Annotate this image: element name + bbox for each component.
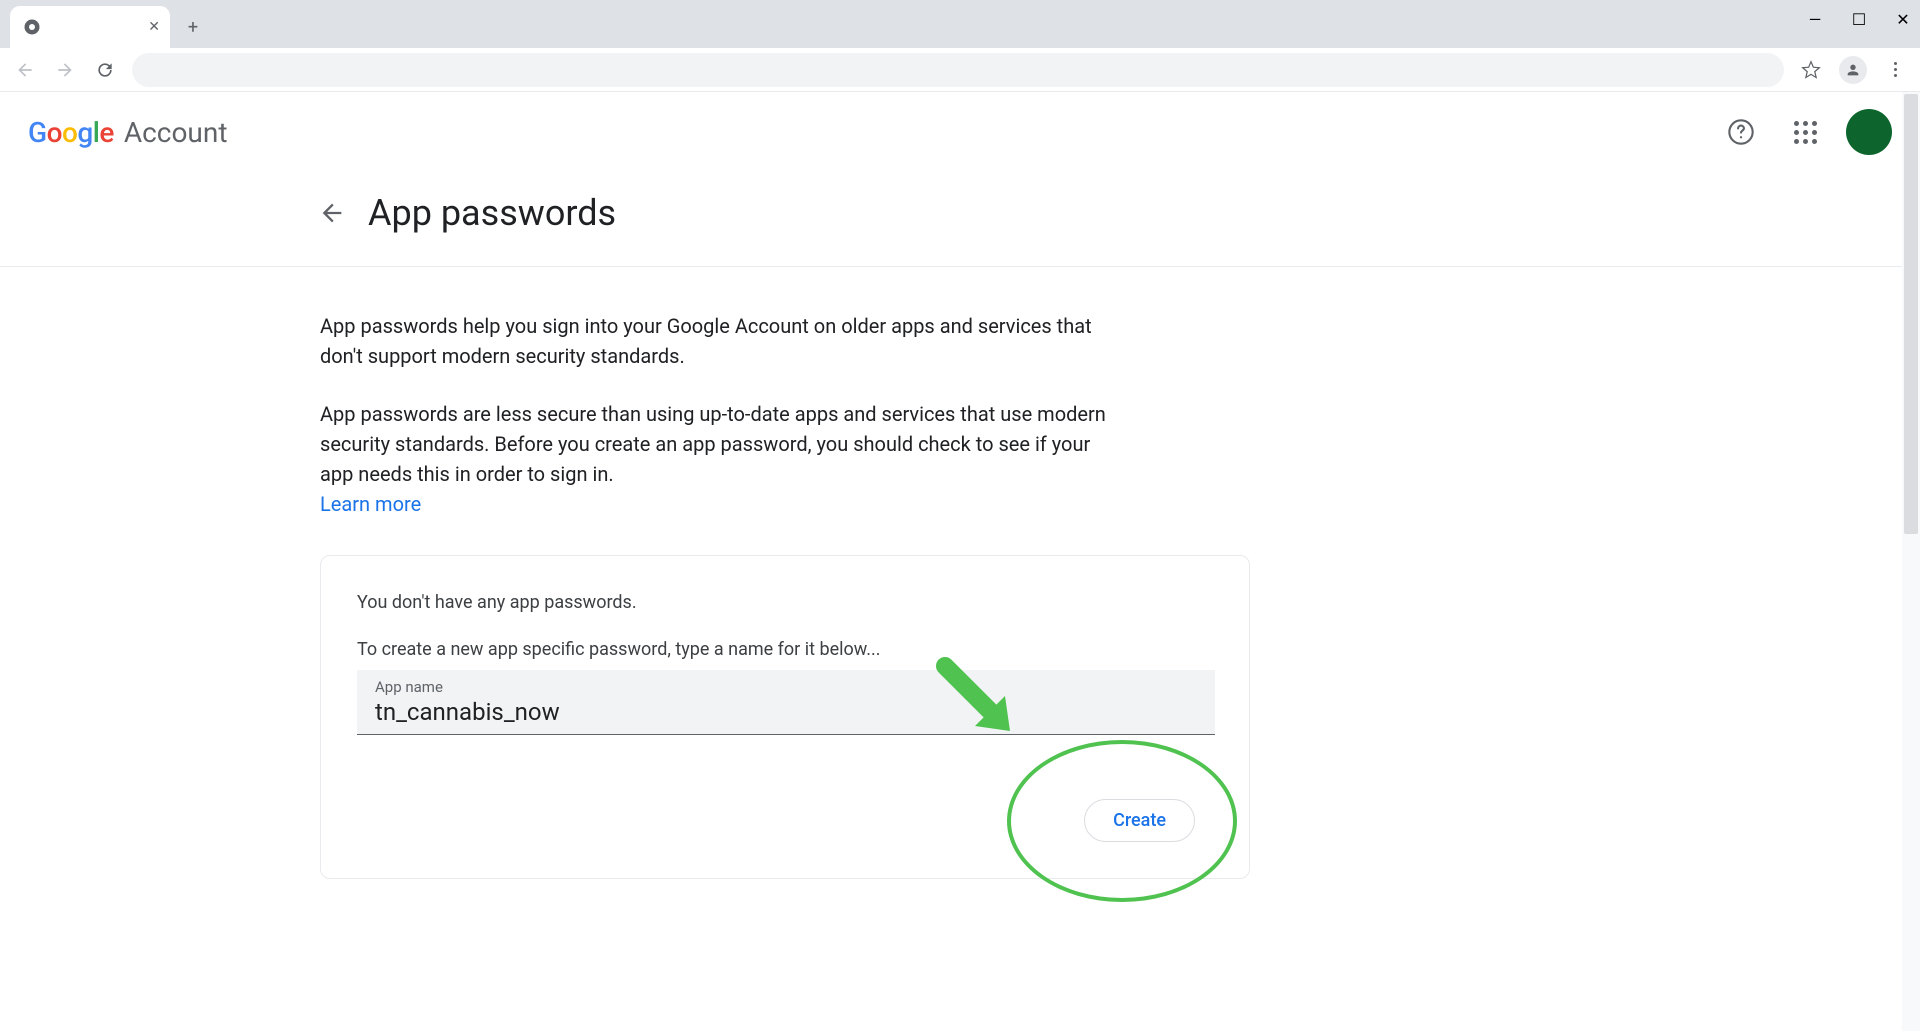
new-tab-button[interactable]: + [176,10,210,44]
google-logo-text: Google [28,116,114,149]
account-label: Account [124,116,228,149]
browser-chrome: ✕ + — ☐ ✕ [0,0,1920,92]
minimize-icon[interactable]: — [1806,10,1824,29]
apps-icon[interactable] [1782,109,1828,155]
tab-favicon-icon [22,17,42,37]
address-bar[interactable] [132,53,1784,87]
chrome-menu-icon[interactable] [1878,53,1912,87]
empty-state-message: You don't have any app passwords. [357,592,1213,613]
close-window-icon[interactable]: ✕ [1894,10,1912,29]
create-button[interactable]: Create [1084,799,1195,842]
app-name-field[interactable] [375,696,1197,728]
tab-bar: ✕ + — ☐ ✕ [0,0,1920,48]
help-icon[interactable] [1718,109,1764,155]
back-button[interactable] [8,53,42,87]
app-passwords-card: You don't have any app passwords. To cre… [320,555,1250,879]
bookmark-star-icon[interactable] [1794,53,1828,87]
close-tab-icon[interactable]: ✕ [148,19,160,35]
google-account-logo[interactable]: Google Account [28,116,227,149]
browser-tab[interactable]: ✕ [10,6,170,48]
learn-more-link[interactable]: Learn more [320,492,421,516]
page-title-row: App passwords [0,172,1920,267]
page-title: App passwords [368,192,616,234]
app-name-input-wrap[interactable]: App name [357,670,1215,735]
back-arrow-icon[interactable] [318,199,346,227]
description-1: App passwords help you sign into your Go… [320,311,1120,371]
app-header: Google Account [0,92,1920,172]
chrome-profile-icon[interactable] [1836,53,1870,87]
scrollbar[interactable] [1902,92,1920,1031]
maximize-icon[interactable]: ☐ [1850,10,1868,29]
forward-button[interactable] [48,53,82,87]
browser-toolbar [0,48,1920,92]
window-controls: — ☐ ✕ [1806,10,1912,29]
scrollbar-thumb[interactable] [1904,94,1918,534]
reload-button[interactable] [88,53,122,87]
create-instruction: To create a new app specific password, t… [357,639,1213,660]
content-area: App passwords help you sign into your Go… [0,267,1280,879]
description-2-text: App passwords are less secure than using… [320,402,1106,486]
app-name-label: App name [375,678,1197,696]
description-2: App passwords are less secure than using… [320,399,1120,519]
avatar[interactable] [1846,109,1892,155]
